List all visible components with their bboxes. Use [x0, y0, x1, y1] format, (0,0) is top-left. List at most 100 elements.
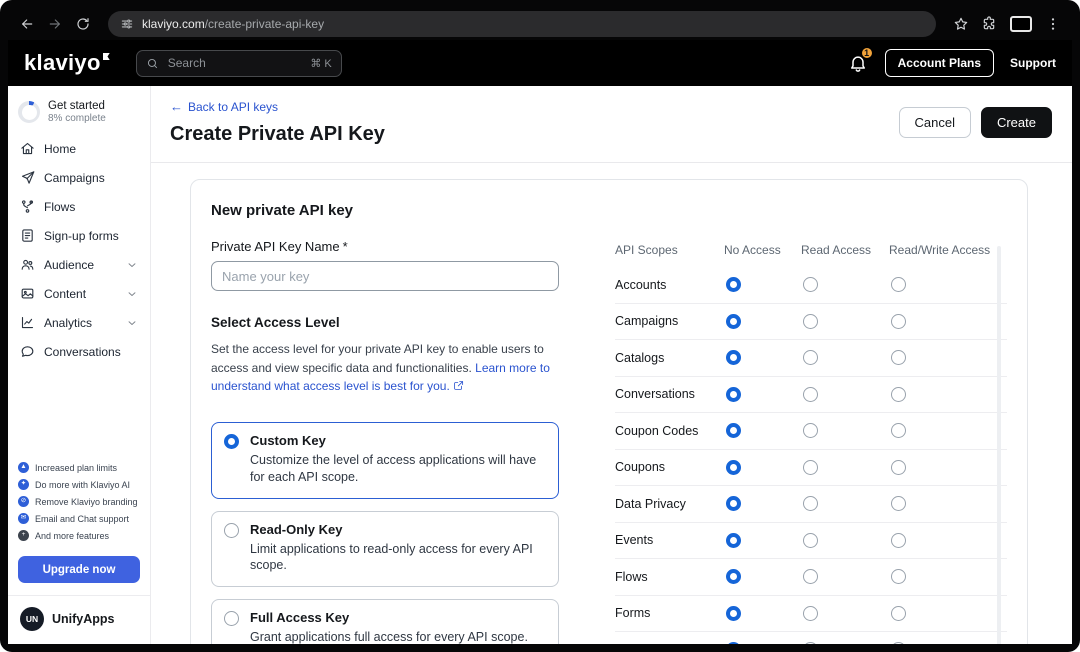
upgrade-now-button[interactable]: Upgrade now: [18, 556, 140, 583]
sidebar-item-label: Analytics: [44, 316, 117, 330]
feature-label: Email and Chat support: [35, 514, 129, 524]
radio-images-write-access[interactable]: [891, 642, 906, 644]
content-icon: [20, 286, 35, 301]
campaigns-icon: [20, 170, 35, 185]
access-option-full-access-key[interactable]: Full Access KeyGrant applications full a…: [211, 599, 559, 644]
sidebar-item-campaigns[interactable]: Campaigns: [8, 163, 150, 192]
header-read-access: Read Access: [801, 243, 889, 257]
radio-data-privacy-write-access[interactable]: [891, 496, 906, 511]
sidebar-item-conversations[interactable]: Conversations: [8, 337, 150, 366]
radio-campaigns-no-access[interactable]: [726, 314, 741, 329]
create-button[interactable]: Create: [981, 107, 1052, 138]
radio-events-write-access[interactable]: [891, 533, 906, 548]
plan-limits-icon: ▲: [18, 462, 29, 473]
feature-remove-klaviyo-branding: ⊘ Remove Klaviyo branding: [18, 496, 140, 507]
scope-row-flows: Flows: [615, 559, 1007, 596]
support-link[interactable]: Support: [1010, 56, 1056, 70]
get-started-title: Get started: [48, 100, 106, 112]
site-settings-icon[interactable]: [120, 17, 134, 31]
avatar: UN: [20, 607, 44, 631]
back-icon[interactable]: [14, 11, 40, 37]
sidebar-item-label: Sign-up forms: [44, 229, 138, 243]
refresh-icon[interactable]: [70, 11, 96, 37]
branding-icon: ⊘: [18, 496, 29, 507]
browser-window: klaviyo.com/create-private-api-key klavi…: [0, 0, 1080, 652]
search-input[interactable]: [166, 55, 304, 71]
radio-forms-no-access[interactable]: [726, 606, 741, 621]
radio-campaigns-write-access[interactable]: [891, 314, 906, 329]
radio-accounts-read-access[interactable]: [803, 277, 818, 292]
radio-data-privacy-no-access[interactable]: [726, 496, 741, 511]
access-option-custom-key[interactable]: Custom KeyCustomize the level of access …: [211, 422, 559, 499]
radio-images-read-access[interactable]: [803, 642, 818, 644]
radio-full-access-key[interactable]: [224, 611, 239, 626]
chevron-down-icon: [126, 259, 138, 271]
scope-row-forms: Forms: [615, 596, 1007, 633]
scrollbar[interactable]: [997, 246, 1001, 644]
account-name: UnifyApps: [52, 612, 115, 626]
browser-profile-avatar[interactable]: [1010, 16, 1032, 32]
klaviyo-flag-icon: [103, 53, 110, 60]
browser-menu-icon[interactable]: [1040, 11, 1066, 37]
radio-conversations-write-access[interactable]: [891, 387, 906, 402]
search-box[interactable]: ⌘ K: [136, 50, 342, 77]
radio-data-privacy-read-access[interactable]: [803, 496, 818, 511]
extensions-icon[interactable]: [976, 11, 1002, 37]
sidebar-item-audience[interactable]: Audience: [8, 250, 150, 279]
radio-images-no-access[interactable]: [726, 642, 741, 644]
radio-coupon-codes-read-access[interactable]: [803, 423, 818, 438]
sidebar-item-home[interactable]: Home: [8, 134, 150, 163]
cancel-button[interactable]: Cancel: [899, 107, 971, 138]
radio-catalogs-no-access[interactable]: [726, 350, 741, 365]
radio-coupons-read-access[interactable]: [803, 460, 818, 475]
scope-name: Campaigns: [615, 314, 724, 328]
card-title: New private API key: [211, 202, 1007, 219]
radio-flows-read-access[interactable]: [803, 569, 818, 584]
radio-coupon-codes-write-access[interactable]: [891, 423, 906, 438]
get-started-progress: 8% complete: [48, 113, 106, 124]
notifications-button[interactable]: 1: [847, 52, 869, 74]
scope-name: Conversations: [615, 387, 724, 401]
radio-catalogs-read-access[interactable]: [803, 350, 818, 365]
feature-email-and-chat-support: ✉Email and Chat support: [18, 513, 140, 524]
radio-catalogs-write-access[interactable]: [891, 350, 906, 365]
feature-label: Remove Klaviyo branding: [35, 497, 138, 507]
arrow-left-icon: ←: [170, 100, 183, 113]
radio-campaigns-read-access[interactable]: [803, 314, 818, 329]
api-key-name-input[interactable]: [211, 261, 559, 291]
sidebar-item-sign-up-forms[interactable]: Sign-up forms: [8, 221, 150, 250]
radio-forms-write-access[interactable]: [891, 606, 906, 621]
sidebar-item-label: Conversations: [44, 345, 138, 359]
sidebar-item-content[interactable]: Content: [8, 279, 150, 308]
radio-flows-no-access[interactable]: [726, 569, 741, 584]
radio-coupons-no-access[interactable]: [726, 460, 741, 475]
account-switcher[interactable]: UN UnifyApps: [8, 595, 150, 644]
radio-coupons-write-access[interactable]: [891, 460, 906, 475]
bookmark-star-icon[interactable]: [948, 11, 974, 37]
account-plans-button[interactable]: Account Plans: [885, 49, 994, 77]
scope-row-coupons: Coupons: [615, 450, 1007, 487]
get-started[interactable]: Get started 8% complete: [8, 94, 150, 134]
radio-events-no-access[interactable]: [726, 533, 741, 548]
address-bar[interactable]: klaviyo.com/create-private-api-key: [108, 11, 936, 37]
radio-read-only-key[interactable]: [224, 523, 239, 538]
radio-conversations-no-access[interactable]: [726, 387, 741, 402]
scopes-table: API Scopes No Access Read Access Read/Wr…: [615, 239, 1007, 644]
option-title: Full Access Key: [250, 610, 546, 625]
forward-icon[interactable]: [42, 11, 68, 37]
sidebar-item-flows[interactable]: Flows: [8, 192, 150, 221]
radio-custom-key[interactable]: [224, 434, 239, 449]
sidebar-item-analytics[interactable]: Analytics: [8, 308, 150, 337]
scope-row-data-privacy: Data Privacy: [615, 486, 1007, 523]
radio-accounts-write-access[interactable]: [891, 277, 906, 292]
radio-forms-read-access[interactable]: [803, 606, 818, 621]
back-to-api-keys-link[interactable]: ←Back to API keys: [170, 100, 278, 114]
radio-events-read-access[interactable]: [803, 533, 818, 548]
radio-flows-write-access[interactable]: [891, 569, 906, 584]
access-option-read-only-key[interactable]: Read-Only KeyLimit applications to read-…: [211, 511, 559, 588]
radio-conversations-read-access[interactable]: [803, 387, 818, 402]
klaviyo-logo[interactable]: klaviyo: [24, 50, 110, 76]
radio-accounts-no-access[interactable]: [726, 277, 741, 292]
radio-coupon-codes-no-access[interactable]: [726, 423, 741, 438]
search-shortcut: ⌘ K: [310, 57, 331, 70]
